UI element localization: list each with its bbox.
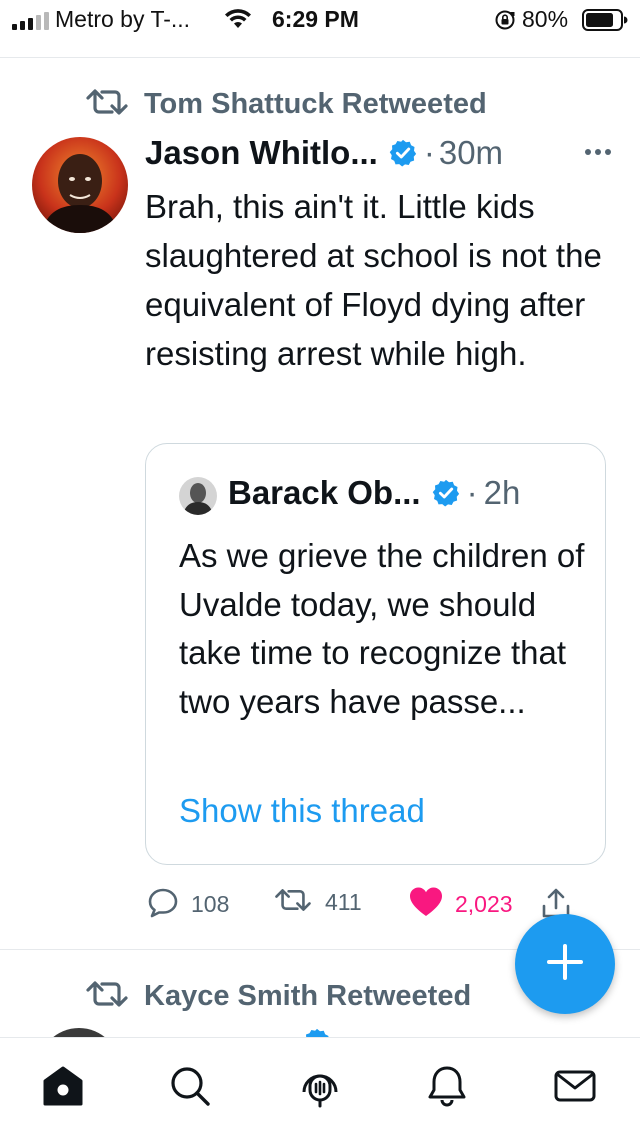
clock: 6:29 PM xyxy=(272,6,359,32)
quoted-time: 2h xyxy=(483,474,521,511)
spaces-icon xyxy=(298,1064,342,1113)
tab-home[interactable] xyxy=(41,1066,85,1110)
separator-dot: · xyxy=(423,134,435,171)
retweet-icon xyxy=(273,886,313,919)
like-count: 2,023 xyxy=(455,891,513,917)
battery-icon xyxy=(582,9,628,36)
tweet-header: Jason Whitlo... · 30m xyxy=(145,133,615,173)
status-bar: Metro by T-... 6:29 PM 80% xyxy=(0,0,640,42)
reply-count: 108 xyxy=(191,891,230,917)
verified-badge-icon xyxy=(388,138,418,168)
top-divider xyxy=(0,57,640,58)
battery-percent: 80% xyxy=(522,6,569,32)
quoted-header: Barack Ob... · 2h xyxy=(228,474,520,512)
tab-messages[interactable] xyxy=(553,1066,597,1110)
tab-search[interactable] xyxy=(168,1066,212,1110)
retweet-icon xyxy=(84,978,130,1015)
retweeted-by-label: Tom Shattuck Retweeted xyxy=(144,88,487,120)
quoted-text: As we grieve the children of Uvalde toda… xyxy=(179,537,585,720)
tweet-text: Brah, this ain't it. Little kids slaught… xyxy=(145,188,602,372)
heart-filled-icon xyxy=(409,886,443,923)
avatar[interactable] xyxy=(32,137,128,233)
retweet-icon xyxy=(84,86,130,123)
bottom-tab-bar xyxy=(0,1037,640,1137)
author-name[interactable]: Jason Whitlo... xyxy=(145,134,378,172)
orientation-lock-icon xyxy=(494,9,516,36)
messages-icon xyxy=(553,1064,597,1113)
tab-notifications[interactable] xyxy=(425,1066,469,1110)
quoted-avatar xyxy=(179,477,217,515)
wifi-icon xyxy=(224,8,252,35)
carrier-label: Metro by T-... xyxy=(55,6,191,32)
retweet-button[interactable]: 411 xyxy=(273,886,362,919)
retweeted-by-label: Kayce Smith Retweeted xyxy=(144,980,472,1012)
signal-icon xyxy=(12,12,49,30)
reply-button[interactable]: 108 xyxy=(147,886,229,923)
separator-dot: · xyxy=(466,474,478,511)
tab-spaces[interactable] xyxy=(298,1066,342,1110)
quoted-tweet[interactable]: Barack Ob... · 2h As we grieve the child… xyxy=(145,443,606,865)
reply-icon xyxy=(147,886,179,923)
retweet-context[interactable]: Kayce Smith Retweeted xyxy=(84,978,471,1015)
verified-badge-icon xyxy=(431,478,461,508)
notifications-icon xyxy=(425,1064,469,1113)
quoted-author-name: Barack Ob... xyxy=(228,474,421,511)
more-options-icon[interactable] xyxy=(581,137,615,172)
like-button[interactable]: 2,023 xyxy=(409,886,513,923)
retweet-count: 411 xyxy=(325,889,362,915)
plus-icon xyxy=(545,942,585,987)
retweet-context[interactable]: Tom Shattuck Retweeted xyxy=(84,86,487,123)
search-icon xyxy=(168,1064,212,1113)
show-thread-link[interactable]: Show this thread xyxy=(179,792,425,830)
tweet-time[interactable]: 30m xyxy=(439,134,503,172)
compose-tweet-button[interactable] xyxy=(515,914,615,1014)
home-icon xyxy=(41,1064,85,1113)
